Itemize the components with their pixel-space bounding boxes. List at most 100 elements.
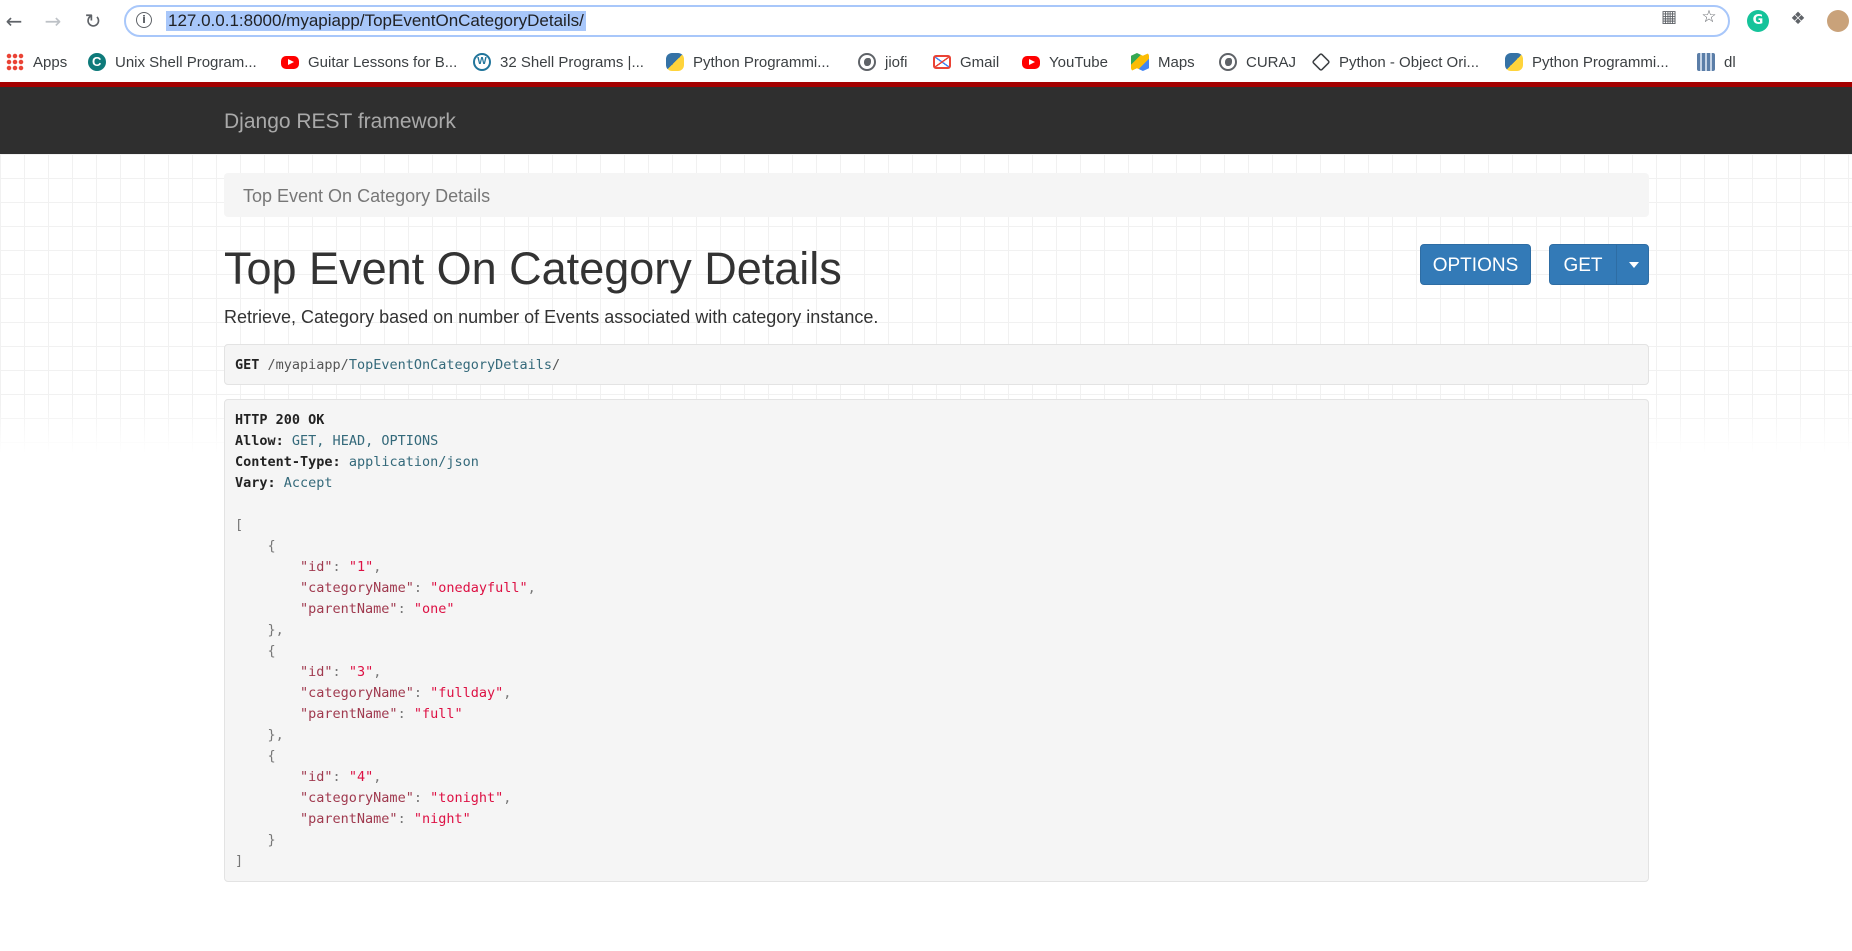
json-colon: : bbox=[413, 685, 431, 701]
bookmark-unix-shell[interactable]: Unix Shell Program... bbox=[88, 52, 257, 72]
response-info: HTTP 200 OK Allow: GET, HEAD, OPTIONS Co… bbox=[224, 399, 1649, 882]
bookmark-gmail[interactable]: Gmail bbox=[933, 52, 999, 72]
json-key: "parentName" bbox=[300, 811, 398, 827]
json-comma: , bbox=[527, 580, 536, 596]
request-path-suffix: / bbox=[552, 357, 561, 373]
bookmark-guitar-lessons[interactable]: Guitar Lessons for B... bbox=[281, 52, 457, 72]
back-arrow-icon[interactable]: ← bbox=[4, 11, 24, 31]
forward-arrow-icon[interactable]: → bbox=[43, 11, 63, 31]
json-key: "id" bbox=[300, 559, 333, 575]
json-comma: , bbox=[373, 559, 382, 575]
breadcrumb: Top Event On Category Details bbox=[224, 173, 1649, 217]
request-path-link[interactable]: TopEventOnCategoryDetails bbox=[349, 357, 552, 373]
format-dropdown-toggle[interactable] bbox=[1616, 244, 1649, 285]
youtube-icon bbox=[1022, 55, 1040, 69]
json-comma: , bbox=[373, 769, 382, 785]
json-brace: } bbox=[267, 832, 276, 848]
diamond-icon bbox=[1311, 52, 1331, 72]
bookmark-python-programming-1[interactable]: Python Programmi... bbox=[666, 52, 830, 72]
request-method: GET bbox=[235, 357, 260, 373]
address-bar[interactable]: i 127.0.0.1:8000/myapiapp/TopEventOnCate… bbox=[124, 5, 1730, 37]
request-line: GET /myapiapp/TopEventOnCategoryDetails/ bbox=[235, 356, 560, 374]
dl-site-icon bbox=[1697, 53, 1715, 71]
bookmark-apps[interactable]: Apps bbox=[6, 52, 67, 72]
json-colon: : bbox=[332, 559, 349, 575]
json-bracket: ] bbox=[235, 853, 244, 869]
wordpress-icon: W bbox=[473, 53, 491, 71]
json-brace: { bbox=[267, 748, 276, 764]
qr-code-icon[interactable]: ▦ bbox=[1660, 8, 1678, 26]
bookmark-dl[interactable]: dl bbox=[1697, 52, 1736, 72]
json-key: "parentName" bbox=[300, 601, 398, 617]
grammarly-extension-icon[interactable]: G bbox=[1747, 10, 1769, 32]
globe-icon bbox=[1219, 53, 1237, 71]
json-key: "id" bbox=[300, 664, 333, 680]
globe-icon bbox=[858, 53, 876, 71]
bookmark-python-oop[interactable]: Python - Object Ori... bbox=[1311, 52, 1479, 72]
json-colon: : bbox=[413, 790, 431, 806]
json-key: "categoryName" bbox=[300, 685, 414, 701]
json-brace: }, bbox=[267, 727, 284, 743]
request-path-prefix: /myapiapp/ bbox=[267, 357, 349, 373]
json-key: "parentName" bbox=[300, 706, 398, 722]
json-key: "categoryName" bbox=[300, 580, 414, 596]
navbar: Django REST framework bbox=[0, 87, 1852, 154]
json-string: "1" bbox=[348, 559, 374, 575]
gmail-icon bbox=[933, 55, 951, 69]
apps-grid-icon bbox=[6, 53, 24, 71]
unix-site-icon bbox=[88, 53, 106, 71]
options-button[interactable]: OPTIONS bbox=[1420, 244, 1531, 285]
python-icon bbox=[666, 53, 684, 71]
maps-icon bbox=[1131, 53, 1149, 71]
browser-toolbar: ← → ↻ i 127.0.0.1:8000/myapiapp/TopEvent… bbox=[0, 0, 1852, 42]
json-string: "tonight" bbox=[430, 790, 504, 806]
json-brace: }, bbox=[267, 622, 284, 638]
json-colon: : bbox=[397, 706, 414, 722]
response-header-name: Vary: bbox=[235, 475, 276, 491]
bookmark-youtube[interactable]: YouTube bbox=[1022, 52, 1108, 72]
youtube-icon bbox=[281, 55, 299, 69]
response-header-value: application/json bbox=[348, 454, 479, 470]
json-bracket: [ bbox=[235, 517, 244, 533]
python-icon bbox=[1505, 53, 1523, 71]
json-string: "onedayfull" bbox=[430, 580, 528, 596]
json-key: "categoryName" bbox=[300, 790, 414, 806]
reload-icon[interactable]: ↻ bbox=[83, 11, 103, 31]
main-content: Top Event On Category Details OPTIONS GE… bbox=[0, 154, 1852, 951]
json-brace: { bbox=[267, 538, 276, 554]
bookmark-shell-programs[interactable]: W 32 Shell Programs |... bbox=[473, 52, 644, 72]
json-colon: : bbox=[332, 664, 349, 680]
json-comma: , bbox=[503, 685, 512, 701]
json-comma: , bbox=[503, 790, 512, 806]
json-colon: : bbox=[397, 811, 414, 827]
bookmark-jiofi[interactable]: jiofi bbox=[858, 52, 908, 72]
site-info-icon[interactable]: i bbox=[136, 12, 152, 28]
response-header-name: Allow: bbox=[235, 433, 284, 449]
json-colon: : bbox=[397, 601, 414, 617]
json-brace: { bbox=[267, 643, 276, 659]
breadcrumb-item-current[interactable]: Top Event On Category Details bbox=[243, 186, 490, 206]
page-description: Retrieve, Category based on number of Ev… bbox=[224, 307, 879, 327]
bookmark-python-programming-2[interactable]: Python Programmi... bbox=[1505, 52, 1669, 72]
json-string: "full" bbox=[413, 706, 463, 722]
json-string: "one" bbox=[413, 601, 455, 617]
get-button[interactable]: GET bbox=[1549, 244, 1617, 285]
brand-link[interactable]: Django REST framework bbox=[224, 111, 456, 133]
json-colon: : bbox=[332, 769, 349, 785]
bookmarks-bar: Apps Unix Shell Program... Guitar Lesson… bbox=[0, 42, 1852, 82]
response-body: HTTP 200 OK Allow: GET, HEAD, OPTIONS Co… bbox=[235, 410, 536, 872]
json-key: "id" bbox=[300, 769, 333, 785]
json-string: "3" bbox=[348, 664, 374, 680]
json-string: "4" bbox=[348, 769, 374, 785]
json-comma: , bbox=[373, 664, 382, 680]
response-header-value: Accept bbox=[283, 475, 333, 491]
response-header-name: Content-Type: bbox=[235, 454, 341, 470]
profile-avatar-icon[interactable] bbox=[1827, 10, 1849, 32]
extensions-puzzle-icon[interactable]: ❖ bbox=[1789, 10, 1807, 28]
bookmark-star-icon[interactable]: ☆ bbox=[1700, 8, 1718, 26]
request-info: GET /myapiapp/TopEventOnCategoryDetails/ bbox=[224, 344, 1649, 385]
json-colon: : bbox=[413, 580, 431, 596]
bookmark-maps[interactable]: Maps bbox=[1131, 52, 1195, 72]
bookmark-curaj[interactable]: CURAJ bbox=[1219, 52, 1296, 72]
address-url[interactable]: 127.0.0.1:8000/myapiapp/TopEventOnCatego… bbox=[166, 11, 586, 31]
